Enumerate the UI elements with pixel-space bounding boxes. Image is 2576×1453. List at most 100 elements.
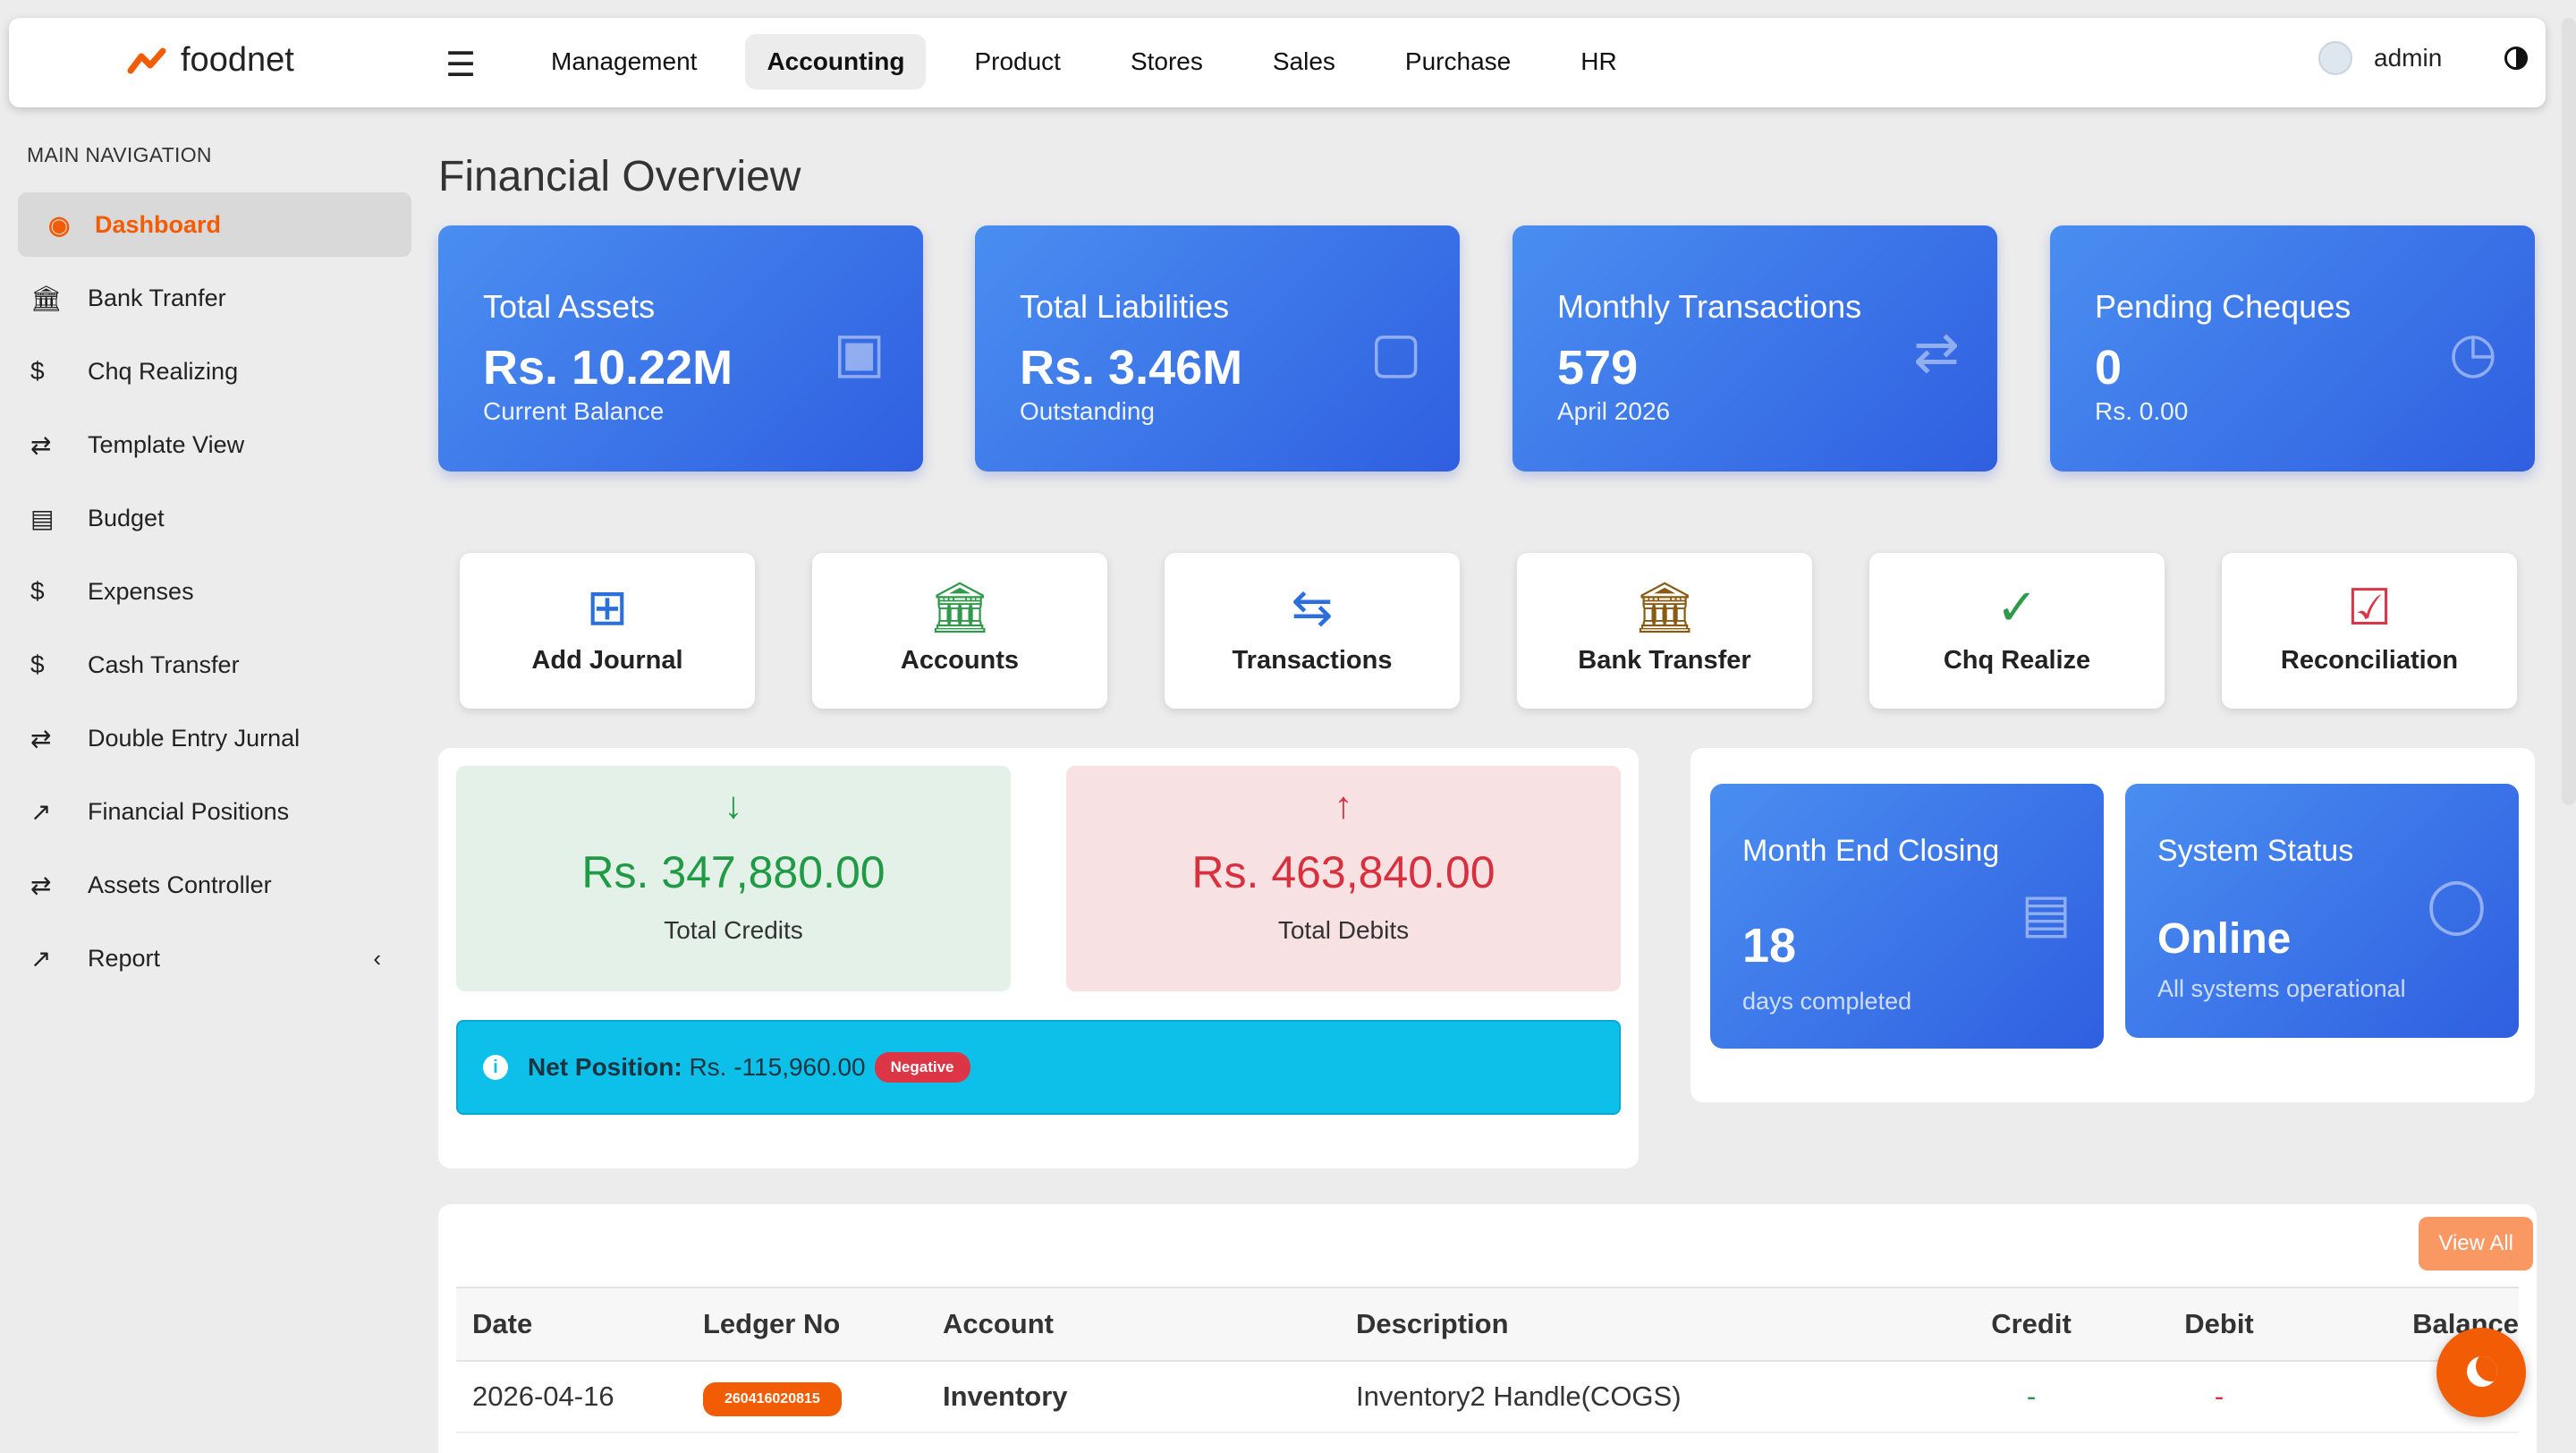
sidebar-item-chq-realizing[interactable]: $ Chq Realizing [18,339,411,404]
header-debit[interactable]: Debit [2125,1308,2313,1340]
nav-product[interactable]: Product [953,34,1082,89]
exchange-icon: ⇄ [30,871,52,899]
shield-check-icon: ◯ [2426,874,2487,934]
sidebar-item-label: Assets Controller [88,871,272,898]
status-badge: Negative [874,1052,970,1083]
dollar-icon: $ [30,650,45,678]
net-position-label: Net Position: [528,1053,682,1081]
nav-hr[interactable]: HR [1559,34,1638,89]
sidebar-item-label: Chq Realizing [88,357,239,385]
theme-toggle-icon[interactable] [2504,47,2528,70]
cell-ledger: 260416020815 [703,1378,943,1416]
exchange-icon: ⇆ [1291,579,1334,635]
stat-sub: Current Balance [483,397,665,425]
chart-icon: ↗ [30,797,52,826]
month-end-label: Month End Closing [1742,834,2000,868]
bank-icon: 🏛 [30,284,63,312]
quick-action-label: Accounts [900,646,1020,675]
clock-icon: ◷ [2448,322,2497,384]
month-end-value: 18 [1742,919,1797,973]
cell-description: Inventory2 Handle(COGS) [1356,1381,1682,1412]
header-description[interactable]: Description [1356,1308,1937,1340]
system-status-card: System Status Online All systems operati… [2125,784,2519,1038]
quick-action-label: Bank Transfer [1578,646,1751,675]
check-circle-icon: ✓ [1996,579,2038,635]
bank-icon: 🏛 [1632,579,1697,635]
sidebar-title: MAIN NAVIGATION [27,143,212,166]
header-credit[interactable]: Credit [1937,1308,2125,1340]
exchange-icon: ⇄ [30,430,52,459]
month-end-sub: days completed [1742,988,1912,1015]
money-icon: ▣ [833,322,886,384]
journal-plus-icon: ⊞ [586,579,629,635]
bank-icon: 🏛 [928,579,992,635]
view-all-button[interactable]: View All [2419,1217,2533,1270]
quick-action-accounts[interactable]: 🏛 Accounts [812,553,1107,709]
total-debits-card: ↑ Rs. 463,840.00 Total Debits [1066,766,1621,991]
header-account[interactable]: Account [943,1308,1356,1340]
stat-sub: Rs. 0.00 [2095,397,2189,425]
sidebar-item-label: Template View [88,430,245,458]
page-title: Financial Overview [438,153,801,200]
system-status-value: Online [2157,915,2292,963]
sidebar-item-report[interactable]: ↗ Report ‹ [18,926,411,990]
page-scrollbar[interactable] [2562,18,2576,805]
quick-action-transactions[interactable]: ⇆ Transactions [1165,553,1460,709]
stat-card-pending-cheques: Pending Cheques 0 Rs. 0.00 ◷ [2050,225,2535,472]
quick-action-label: Add Journal [531,646,683,675]
nav-accounting[interactable]: Accounting [745,34,927,89]
quick-action-reconciliation[interactable]: ☑ Reconciliation [2222,553,2517,709]
total-credits-card: ↓ Rs. 347,880.00 Total Credits [456,766,1011,991]
app-logo[interactable]: foodnet [127,41,294,80]
sidebar-item-financial-positions[interactable]: ↗ Financial Positions [18,779,411,844]
dollar-icon: $ [30,357,45,385]
ledger-badge[interactable]: 260416020815 [703,1381,842,1416]
table-row[interactable] [456,1433,2519,1453]
sidebar-item-budget[interactable]: ▤ Budget [18,486,411,550]
sidebar-item-dashboard[interactable]: ◉ Dashboard [18,192,411,257]
sidebar-item-assets-controller[interactable]: ⇄ Assets Controller [18,853,411,917]
sidebar-item-bank-tranfer[interactable]: 🏛 Bank Tranfer [18,266,411,330]
user-menu[interactable]: admin [2318,41,2442,75]
stat-card-total-liabilities: Total Liabilities Rs. 3.46M Outstanding … [975,225,1460,472]
top-nav-menu: Management Accounting Product Stores Sal… [530,34,1665,89]
sidebar-item-label: Bank Tranfer [88,284,226,311]
total-debits-value: Rs. 463,840.00 [1191,847,1496,897]
chevron-left-icon: ‹ [373,944,381,972]
totals-panel: ↓ Rs. 347,880.00 Total Credits ↑ Rs. 463… [438,748,1639,1168]
sidebar-item-label: Budget [88,504,165,531]
stat-label: Monthly Transactions [1557,288,1862,325]
table-header: Date Ledger No Account Description Credi… [456,1288,2519,1362]
stat-value: Rs. 3.46M [1020,341,1243,395]
sidebar-item-label: Expenses [88,577,194,605]
wallet-icon: ▢ [1369,322,1422,384]
menu-toggle-icon[interactable]: ☰ [445,45,476,85]
sidebar-item-double-entry[interactable]: ⇄ Double Entry Jurnal [18,706,411,770]
stat-value: 0 [2095,341,2123,395]
sidebar-item-cash-transfer[interactable]: $ Cash Transfer [18,633,411,697]
nav-purchase[interactable]: Purchase [1384,34,1532,89]
calendar-check-icon: ▤ [2021,883,2072,943]
quick-action-bank-transfer[interactable]: 🏛 Bank Transfer [1517,553,1812,709]
nav-sales[interactable]: Sales [1251,34,1357,89]
cell-date: 2026-04-16 [472,1381,614,1412]
quick-action-add-journal[interactable]: ⊞ Add Journal [460,553,755,709]
header-date[interactable]: Date [456,1308,703,1340]
ledger-table: Date Ledger No Account Description Credi… [456,1287,2519,1453]
stat-card-total-assets: Total Assets Rs. 10.22M Current Balance … [438,225,923,472]
sidebar-item-template-view[interactable]: ⇄ Template View [18,412,411,477]
header-ledger-no[interactable]: Ledger No [703,1308,943,1340]
net-position-value: Rs. -115,960.00 [689,1053,866,1081]
avatar [2318,41,2352,75]
sidebar-item-expenses[interactable]: $ Expenses [18,559,411,624]
net-position-alert: i Net Position: Rs. -115,960.00 Negative [456,1020,1621,1115]
quick-action-label: Reconciliation [2280,646,2459,675]
stat-card-monthly-transactions: Monthly Transactions 579 April 2026 ⇄ [1513,225,1997,472]
table-row[interactable]: 2026-04-16 260416020815 Inventory Invent… [456,1362,2519,1433]
nav-management[interactable]: Management [530,34,718,89]
quick-action-chq-realize[interactable]: ✓ Chq Realize [1869,553,2165,709]
arrow-down-circle-icon: ↓ [724,784,743,826]
dark-mode-fab-button[interactable] [2436,1328,2526,1417]
nav-stores[interactable]: Stores [1109,34,1224,89]
sidebar-item-label: Dashboard [95,210,222,238]
